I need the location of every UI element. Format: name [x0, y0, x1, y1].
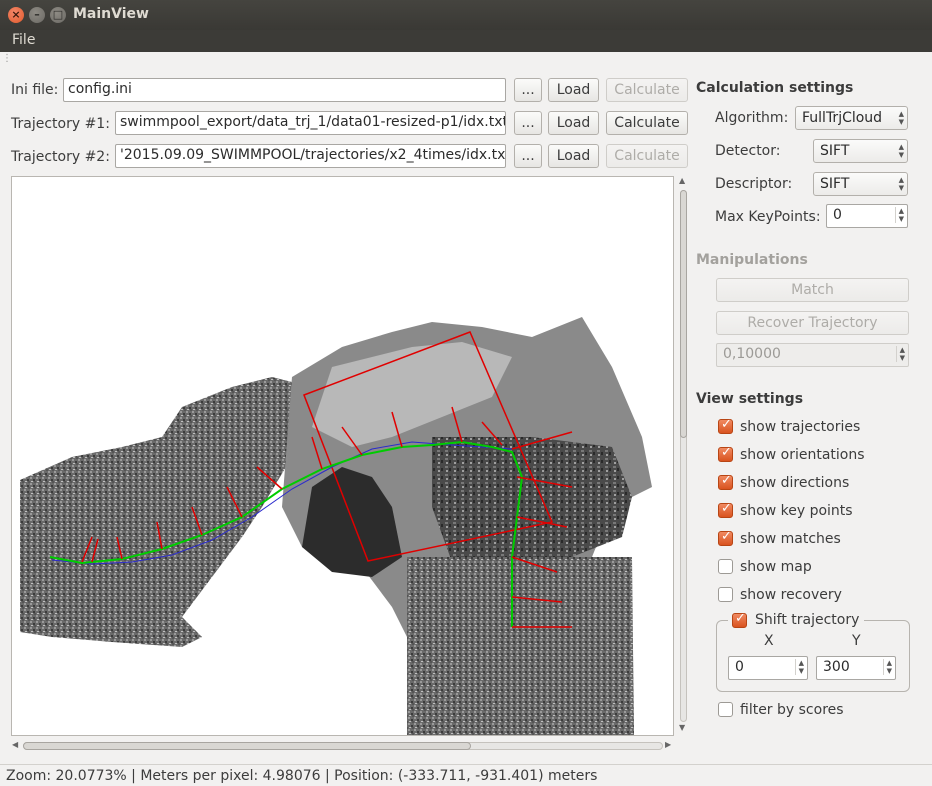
algorithm-label: Algorithm:	[715, 110, 789, 126]
descriptor-label: Descriptor:	[715, 176, 793, 192]
close-window-button[interactable]: ×	[8, 7, 24, 23]
max-keypoints-value: 0	[833, 207, 842, 223]
show-recovery-label: show recovery	[740, 587, 842, 603]
show-map-label: show map	[740, 559, 812, 575]
manipulations-heading: Manipulations	[696, 252, 808, 268]
shift-x-value: 0	[735, 659, 744, 675]
show-orientations-checkbox[interactable]	[718, 445, 733, 462]
trajectory2-label: Trajectory #2:	[11, 149, 110, 165]
algorithm-select[interactable]: FullTrjCloud ▲ ▼	[795, 106, 908, 130]
updown-icon: ▲ ▼	[898, 143, 904, 159]
scroll-down-icon[interactable]: ▼	[679, 723, 685, 732]
view-settings-heading: View settings	[696, 391, 804, 407]
trajectory2-calculate-button[interactable]: Calculate	[606, 144, 688, 168]
shift-x-spinbox[interactable]: 0 ▲ ▼	[728, 656, 808, 680]
show-map-checkbox[interactable]	[718, 559, 733, 574]
status-text: Zoom: 20.0773% | Meters per pixel: 4.980…	[6, 768, 598, 784]
trajectory1-label: Trajectory #1:	[11, 116, 110, 132]
trajectory1-calculate-button[interactable]: Calculate	[606, 111, 688, 135]
show-key-points-label: show key points	[740, 503, 853, 519]
show-trajectories-label: show trajectories	[740, 419, 861, 435]
ini-browse-button[interactable]: ...	[514, 78, 542, 102]
updown-icon: ▲ ▼	[898, 176, 904, 192]
show-orientations-label: show orientations	[740, 447, 865, 463]
spin-arrows-icon[interactable]: ▲ ▼	[894, 207, 904, 223]
show-key-points-checkbox[interactable]	[718, 501, 733, 518]
menu-bar: File	[0, 30, 932, 52]
spin-arrows-icon[interactable]: ▲ ▼	[794, 659, 804, 675]
filter-by-scores-label: filter by scores	[740, 702, 844, 718]
algorithm-value: FullTrjCloud	[802, 110, 883, 126]
aerial-tile-bottom	[407, 557, 634, 735]
spin-arrows-icon[interactable]: ▲ ▼	[895, 346, 905, 362]
descriptor-value: SIFT	[820, 176, 850, 192]
calculation-settings-heading: Calculation settings	[696, 80, 854, 96]
maximize-icon: □	[52, 8, 64, 21]
toolbar-grip-icon: ⋮	[2, 53, 12, 64]
match-button[interactable]: Match	[716, 278, 909, 302]
trajectory1-load-button[interactable]: Load	[548, 111, 599, 135]
detector-value: SIFT	[820, 143, 850, 159]
trajectory2-field[interactable]: '2015.09.09_SWIMMPOOL/trajectories/x2_4t…	[115, 144, 506, 168]
horizontal-scroll-thumb[interactable]	[23, 742, 471, 750]
max-keypoints-label: Max KeyPoints:	[715, 209, 821, 225]
show-trajectories-checkbox[interactable]	[718, 417, 733, 434]
minimize-icon: –	[34, 8, 40, 21]
spin-arrows-icon[interactable]: ▲ ▼	[882, 659, 892, 675]
menu-file[interactable]: File	[12, 32, 35, 48]
trajectory2-load-button[interactable]: Load	[548, 144, 599, 168]
ini-file-label: Ini file:	[11, 82, 59, 98]
show-recovery-checkbox[interactable]	[718, 587, 733, 602]
ini-file-field[interactable]: config.ini	[63, 78, 506, 102]
threshold-spinbox[interactable]: 0,10000 ▲ ▼	[716, 343, 909, 367]
max-keypoints-spinbox[interactable]: 0 ▲ ▼	[826, 204, 908, 228]
minimize-window-button[interactable]: –	[29, 7, 45, 23]
map-view-canvas[interactable]	[11, 176, 674, 736]
aerial-tile-right	[432, 437, 632, 567]
trajectory1-browse-button[interactable]: ...	[514, 111, 542, 135]
updown-icon: ▲ ▼	[898, 110, 904, 126]
shift-y-spinbox[interactable]: 300 ▲ ▼	[816, 656, 896, 680]
descriptor-select[interactable]: SIFT ▲ ▼	[813, 172, 908, 196]
ini-load-button[interactable]: Load	[548, 78, 599, 102]
trajectory1-field[interactable]: swimmpool_export/data_trj_1/data01-resiz…	[115, 111, 506, 135]
filter-by-scores-checkbox[interactable]	[718, 702, 733, 717]
shift-y-label: Y	[852, 633, 861, 649]
scroll-up-icon[interactable]: ▲	[679, 176, 685, 185]
vertical-scrollbar[interactable]: ▲ ▼	[677, 176, 690, 736]
shift-trajectory-checkbox[interactable]	[732, 611, 747, 628]
shift-trajectory-label: Shift trajectory	[755, 612, 860, 628]
show-matches-label: show matches	[740, 531, 841, 547]
window-title: MainView	[73, 6, 149, 22]
shift-y-value: 300	[823, 659, 850, 675]
show-directions-checkbox[interactable]	[718, 473, 733, 490]
title-bar: × – □ MainView	[0, 0, 932, 30]
horizontal-scrollbar[interactable]: ◀ ▶	[11, 739, 674, 752]
show-directions-label: show directions	[740, 475, 850, 491]
aerial-tile-left	[20, 377, 312, 627]
detector-label: Detector:	[715, 143, 781, 159]
ini-calculate-button[interactable]: Calculate	[606, 78, 688, 102]
shift-trajectory-title: Shift trajectory	[728, 611, 864, 630]
map-view-graphics	[20, 317, 652, 735]
close-icon: ×	[11, 8, 21, 21]
recover-trajectory-button[interactable]: Recover Trajectory	[716, 311, 909, 335]
vertical-scroll-thumb[interactable]	[680, 190, 687, 438]
shift-x-label: X	[764, 633, 774, 649]
scroll-left-icon[interactable]: ◀	[12, 740, 18, 749]
status-bar: Zoom: 20.0773% | Meters per pixel: 4.980…	[0, 764, 932, 786]
threshold-value: 0,10000	[723, 346, 781, 362]
trajectory2-browse-button[interactable]: ...	[514, 144, 542, 168]
maximize-window-button[interactable]: □	[50, 7, 66, 23]
scroll-right-icon[interactable]: ▶	[665, 740, 671, 749]
detector-select[interactable]: SIFT ▲ ▼	[813, 139, 908, 163]
show-matches-checkbox[interactable]	[718, 529, 733, 546]
